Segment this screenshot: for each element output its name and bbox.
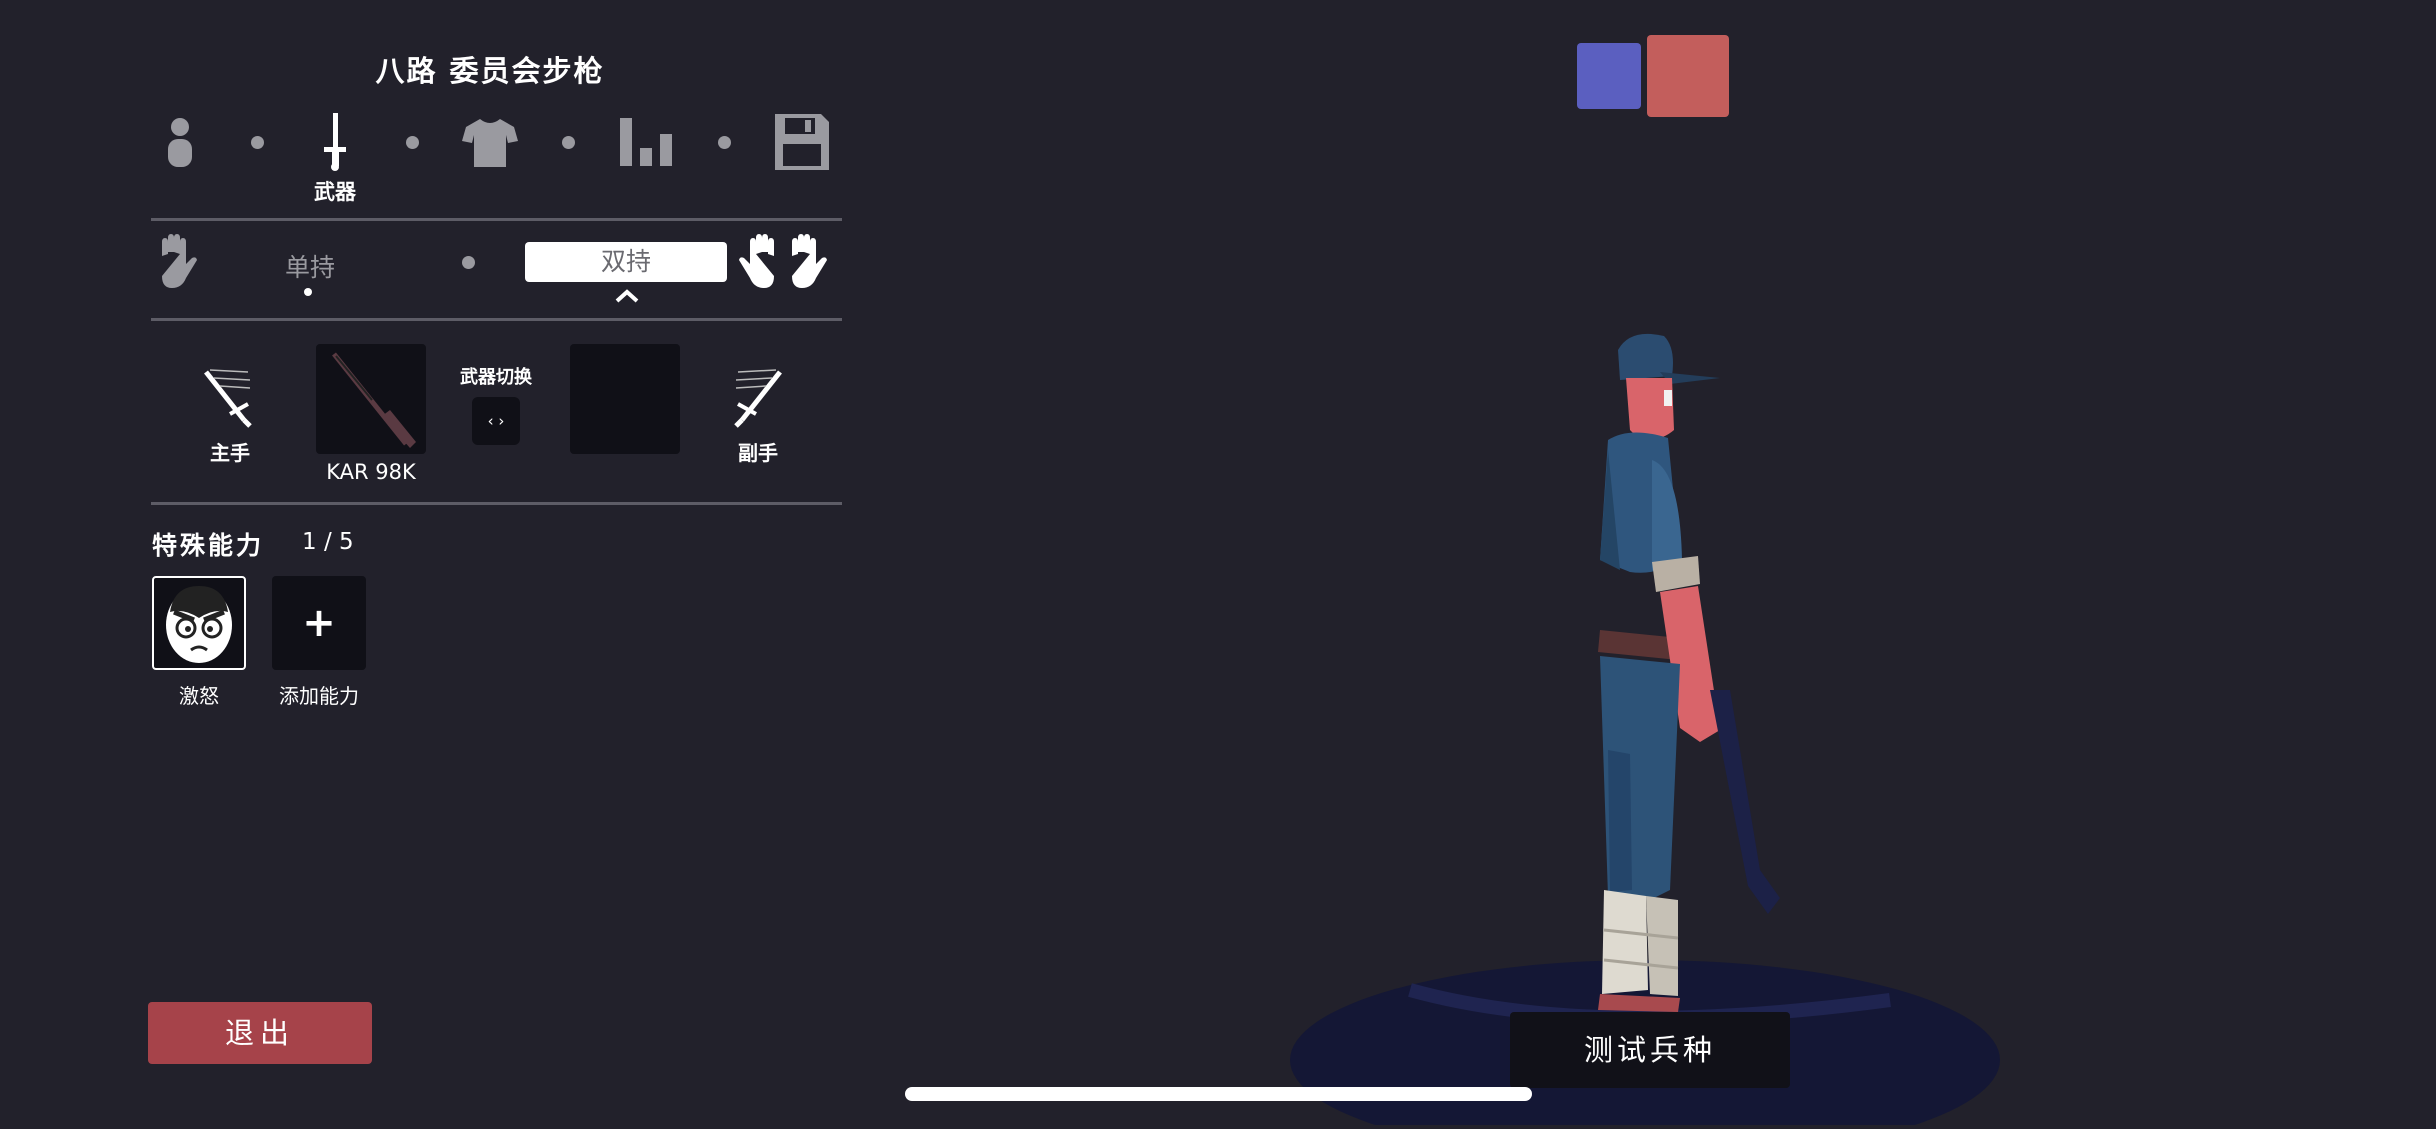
main-weapon-slot[interactable] [316,344,426,454]
separator-dot [406,136,419,149]
separator-dot [251,136,264,149]
off-hand-weapon-slot[interactable] [570,344,680,454]
angry-face-icon [166,586,232,663]
weapon-switch-button[interactable]: ‹ › [472,397,520,445]
person-icon[interactable] [150,112,210,172]
team-blue-swatch[interactable] [1577,43,1641,109]
single-hand-icon[interactable] [156,234,200,292]
main-hand-icon[interactable] [200,366,256,432]
main-hand-label: 主手 [210,441,250,465]
divider [151,218,842,221]
home-indicator[interactable] [905,1087,1532,1101]
team-red-swatch[interactable] [1647,35,1729,117]
rifle-icon [332,352,416,448]
shirt-icon[interactable] [460,112,520,172]
separator-dot [718,136,731,149]
dual-hand-icon[interactable] [736,234,830,292]
sword-icon[interactable] [305,112,365,172]
abilities-count: 1 / 5 [302,529,354,555]
abilities-title: 特殊能力 [152,531,265,560]
divider [151,502,842,505]
mode-dual[interactable]: 双持 [525,242,727,282]
save-disk-icon[interactable] [772,112,832,172]
ability-rage[interactable] [152,576,246,670]
soldier-character[interactable] [1560,330,1820,1024]
separator-dot [562,136,575,149]
tab-weapons-label: 武器 [314,180,356,204]
add-ability-button[interactable]: + [272,576,366,670]
unit-title: 八路 委员会步枪 [375,54,605,88]
bar-chart-icon[interactable] [616,112,676,172]
main-weapon-name: KAR 98K [326,460,416,484]
mode-single[interactable]: 单持 [270,248,350,284]
test-unit-button[interactable]: 测试兵种 [1510,1012,1790,1088]
separator-dot [462,256,475,269]
ability-rage-label: 激怒 [179,684,219,708]
indicator-dot [304,288,312,296]
add-ability-label: 添加能力 [279,684,359,708]
exit-button[interactable]: 退出 [148,1002,372,1064]
off-hand-icon[interactable] [730,366,786,432]
divider [151,318,842,321]
off-hand-label: 副手 [738,441,778,465]
chevron-up-icon [615,288,639,307]
weapon-switch-label: 武器切换 [460,367,532,388]
